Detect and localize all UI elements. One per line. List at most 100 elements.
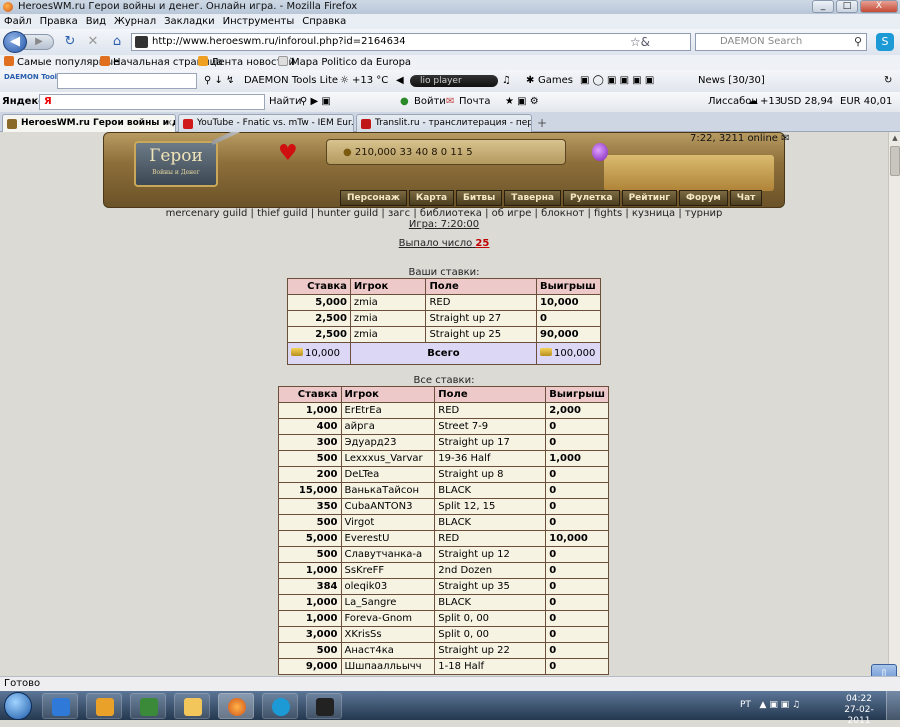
- link-library[interactable]: библиотека: [420, 208, 482, 219]
- eur-rate[interactable]: EUR 40,01: [840, 92, 892, 112]
- link-forge[interactable]: кузница: [632, 208, 675, 219]
- usd-rate[interactable]: USD 28,94: [780, 92, 833, 112]
- skype-icon[interactable]: S: [876, 33, 894, 51]
- tray-icons[interactable]: ▲ ▣ ▣ ♫: [754, 700, 801, 710]
- yandex-login-link[interactable]: Войти: [414, 92, 446, 112]
- language-indicator[interactable]: PT: [740, 700, 751, 710]
- game-menu-tavern[interactable]: Таверна: [504, 190, 561, 206]
- volume-icon[interactable]: ♫: [502, 70, 511, 92]
- cell-player[interactable]: Foreva-Gnom: [340, 610, 436, 627]
- cell-player[interactable]: zmia: [349, 310, 427, 327]
- daemon-search-combo[interactable]: [57, 73, 197, 89]
- cell-player[interactable]: oleqik03: [340, 578, 436, 595]
- social-icons[interactable]: ▣ ◯ ▣ ▣ ▣ ▣: [580, 70, 654, 92]
- page-scrollbar[interactable]: ▲: [888, 132, 900, 676]
- game-menu-character[interactable]: Персонаж: [340, 190, 407, 206]
- game-menu-map[interactable]: Карта: [408, 190, 455, 206]
- cell-player[interactable]: Lexxxus_Varvar: [340, 450, 436, 467]
- cell-player[interactable]: ВанькаТайсон: [340, 482, 436, 499]
- menu-edit[interactable]: Правка: [40, 14, 78, 29]
- forward-button[interactable]: ▶: [24, 34, 54, 50]
- home-icon[interactable]: ⌂: [110, 35, 124, 49]
- scroll-up-icon[interactable]: ▲: [890, 132, 900, 144]
- back-button[interactable]: ◀: [3, 31, 27, 53]
- link-fights[interactable]: fights: [594, 208, 622, 219]
- menu-file[interactable]: Файл: [4, 14, 32, 29]
- cell-player[interactable]: ErEtrEa: [340, 402, 436, 419]
- cell-player[interactable]: айрга: [340, 418, 436, 435]
- tab-close-icon[interactable]: x: [167, 115, 172, 132]
- cell-player[interactable]: XKrisSs: [340, 626, 436, 643]
- minimize-button[interactable]: _: [812, 0, 834, 13]
- game-menu-chat[interactable]: Чат: [729, 190, 763, 206]
- cell-player[interactable]: Анаст4ка: [340, 642, 436, 659]
- taskbar-folder-icon[interactable]: [174, 693, 210, 719]
- cell-player[interactable]: Эдуард23: [340, 434, 436, 451]
- cell-player[interactable]: Славутчанка-а: [340, 546, 436, 563]
- taskbar-firefox-icon[interactable]: [218, 693, 254, 719]
- game-logo[interactable]: Герои Войны и Денег: [134, 141, 218, 187]
- search-icon[interactable]: ⚲: [854, 34, 862, 50]
- stop-icon[interactable]: ✕: [86, 35, 100, 49]
- yandex-extra-icons[interactable]: ★ ▣ ⚙: [505, 92, 539, 112]
- taskbar-media-icon[interactable]: [86, 693, 122, 719]
- link-tournament[interactable]: турнир: [685, 208, 722, 219]
- new-tab-button[interactable]: +: [533, 115, 551, 131]
- start-button[interactable]: [4, 692, 32, 720]
- player-prev-icon[interactable]: ◀: [396, 70, 404, 92]
- system-clock[interactable]: 04:22 27-02-2011: [838, 694, 880, 727]
- cell-player[interactable]: SsKreFF: [340, 562, 436, 579]
- taskbar-skype-icon[interactable]: [262, 693, 298, 719]
- taskbar-program-icon[interactable]: [130, 693, 166, 719]
- link-notebook[interactable]: блокнот: [541, 208, 584, 219]
- cell-player[interactable]: zmia: [349, 326, 427, 343]
- tab-heroeswm[interactable]: HeroesWM.ru Герои войны и де... x: [2, 114, 176, 133]
- daemon-tools-icons[interactable]: ⚲ ↓ ↯: [204, 70, 234, 92]
- cell-player[interactable]: Virgot: [340, 514, 436, 531]
- link-mercenary-guild[interactable]: mercenary guild: [166, 208, 248, 219]
- cell-player[interactable]: zmia: [349, 294, 427, 311]
- refresh-icon[interactable]: ↻: [884, 70, 892, 92]
- scroll-thumb[interactable]: [890, 146, 900, 176]
- weather-temp[interactable]: +13 °C: [352, 70, 388, 92]
- game-menu-battles[interactable]: Битвы: [456, 190, 503, 206]
- link-zags[interactable]: загс: [388, 208, 410, 219]
- address-bar[interactable]: http://www.heroeswm.ru/inforoul.php?id=2…: [131, 33, 691, 51]
- game-menu-rating[interactable]: Рейтинг: [621, 190, 678, 206]
- link-thief-guild[interactable]: thief guild: [257, 208, 307, 219]
- roulette-result[interactable]: Выпало число 25: [0, 238, 888, 249]
- cell-player[interactable]: EverestU: [340, 530, 436, 547]
- yandex-find-button[interactable]: Найти: [269, 92, 301, 112]
- game-menu-forum[interactable]: Форум: [679, 190, 728, 206]
- menu-history[interactable]: Журнал: [114, 14, 156, 29]
- cell-player[interactable]: DeLTea: [340, 466, 436, 483]
- game-time-link[interactable]: Игра: 7:20:00: [0, 219, 888, 230]
- tab-youtube[interactable]: YouTube - Fnatic vs. mTw - IEM Eur...: [178, 114, 354, 132]
- link-hunter-guild[interactable]: hunter guild: [317, 208, 378, 219]
- games-link[interactable]: Games: [538, 70, 573, 92]
- game-menu-roulette[interactable]: Рулетка: [563, 190, 620, 206]
- taskbar-app-icon[interactable]: [306, 693, 342, 719]
- mail-icon[interactable]: ✉: [781, 133, 789, 144]
- cell-player[interactable]: La_Sangre: [340, 594, 436, 611]
- news-link[interactable]: News [30/30]: [698, 70, 765, 92]
- reload-icon[interactable]: ↻: [63, 35, 77, 49]
- bookmark-mapa[interactable]: Mapa Politico da Europa: [278, 55, 411, 70]
- cell-player[interactable]: Шшпаалльычч: [340, 658, 436, 675]
- menu-view[interactable]: Вид: [86, 14, 106, 29]
- daemon-tools-lite-link[interactable]: DAEMON Tools Lite: [244, 70, 338, 92]
- player-widget[interactable]: lio player: [410, 75, 498, 87]
- menu-help[interactable]: Справка: [302, 14, 346, 29]
- taskbar-ie-icon[interactable]: [42, 693, 78, 719]
- yandex-search-input[interactable]: Я: [39, 94, 265, 110]
- close-button[interactable]: X: [860, 0, 898, 13]
- bookmark-star-icon[interactable]: ☆&: [630, 34, 650, 50]
- show-desktop-button[interactable]: [886, 691, 900, 720]
- tab-translit[interactable]: Translit.ru - транслитерация - пер...: [356, 114, 532, 132]
- yandex-mail-link[interactable]: Почта: [459, 92, 491, 112]
- maximize-button[interactable]: □: [836, 0, 858, 13]
- yandex-tools-icons[interactable]: ⚲ ▶ ▣: [300, 92, 331, 112]
- link-about[interactable]: об игре: [492, 208, 532, 219]
- search-box[interactable]: DAEMON Search ⚲: [695, 33, 867, 51]
- menu-tools[interactable]: Инструменты: [223, 14, 295, 29]
